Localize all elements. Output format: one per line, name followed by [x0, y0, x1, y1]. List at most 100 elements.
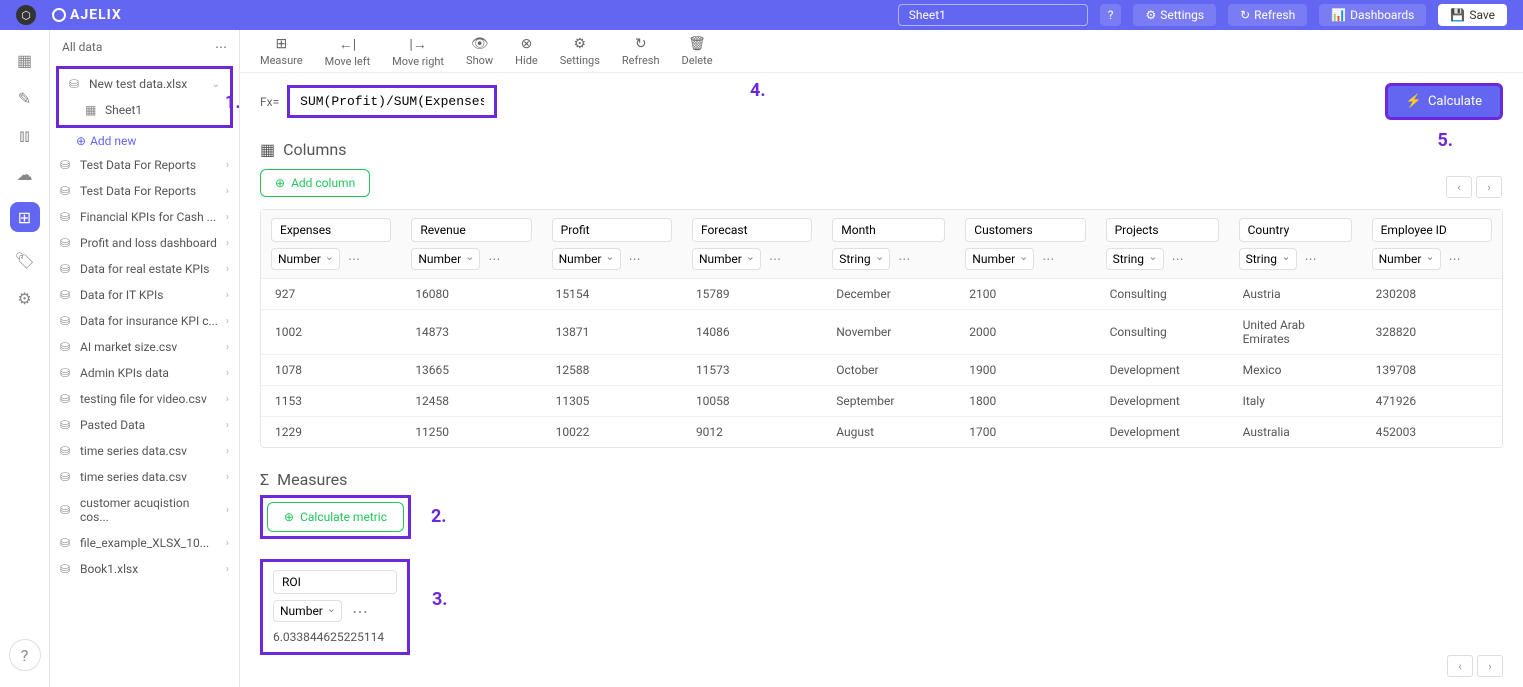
save-button[interactable]: 💾Save [1438, 4, 1507, 26]
add-new-link[interactable]: ⊕ Add new [50, 130, 239, 152]
column-name-input[interactable] [1372, 218, 1492, 242]
sidebar-file-item[interactable]: ⛁time series data.csv› [50, 464, 239, 490]
help-button[interactable]: ? [1100, 4, 1122, 26]
column-name-input[interactable] [411, 218, 531, 242]
column-name-input[interactable] [1239, 218, 1352, 242]
settings-button[interactable]: ⚙Settings [1133, 4, 1216, 26]
column-name-input[interactable] [271, 218, 391, 242]
column-more-icon[interactable]: ⋯ [484, 252, 504, 266]
column-type-select[interactable]: Number [965, 248, 1034, 270]
page-next-button[interactable]: › [1476, 176, 1502, 198]
column-type-select[interactable]: Number [1372, 248, 1441, 270]
cloud-icon[interactable]: ☁ [15, 164, 35, 184]
page-prev-button[interactable]: ‹ [1446, 176, 1472, 198]
delete-tool[interactable]: 🗑Delete [682, 36, 713, 68]
column-more-icon[interactable]: ⋯ [1168, 252, 1188, 266]
sheet-name-input[interactable] [898, 4, 1088, 26]
measure-next-button[interactable]: › [1477, 655, 1503, 677]
sidebar-file-item[interactable]: ⛁file_example_XLSX_10...› [50, 530, 239, 556]
settings-icon[interactable]: ⚙ [15, 288, 35, 308]
column-name-input[interactable] [692, 218, 812, 242]
table-cell: 13871 [542, 310, 682, 355]
plus-icon: ⊕ [275, 176, 285, 190]
table-cell: October [822, 355, 955, 386]
sidebar-file-item[interactable]: ⛁Test Data For Reports› [50, 178, 239, 204]
sidebar-file-item[interactable]: ⛁testing file for video.csv› [50, 386, 239, 412]
grid-icon[interactable]: ▦ [15, 50, 35, 70]
move-left-tool[interactable]: ←|Move left [325, 36, 371, 68]
column-more-icon[interactable]: ⋯ [1445, 252, 1465, 266]
column-type-select[interactable]: String [1239, 248, 1297, 270]
column-more-icon[interactable]: ⋯ [1038, 252, 1058, 266]
file-item-current[interactable]: ⛁ New test data.xlsx ⌄ [59, 71, 230, 97]
column-more-icon[interactable]: ⋯ [1301, 252, 1321, 266]
sidebar-file-item[interactable]: ⛁Admin KPIs data› [50, 360, 239, 386]
sidebar-file-item[interactable]: ⛁Data for insurance KPI c...› [50, 308, 239, 334]
sidebar-file-item[interactable]: ⛁Pasted Data› [50, 412, 239, 438]
formula-input[interactable] [287, 85, 497, 118]
sheet-label: Sheet1 [105, 103, 142, 117]
table-cell: Development [1096, 386, 1229, 417]
hide-tool[interactable]: ⊗Hide [515, 36, 538, 68]
measure-more-icon[interactable]: ⋯ [348, 602, 372, 621]
column-type-select[interactable]: Number [271, 248, 340, 270]
tag-icon[interactable]: 🏷 [15, 250, 35, 270]
eye-icon: 👁 [471, 36, 489, 52]
edit-icon[interactable]: ✎ [15, 88, 35, 108]
refresh-button[interactable]: ↻Refresh [1228, 4, 1307, 26]
measure-type-select[interactable]: Number [273, 600, 342, 622]
column-name-input[interactable] [832, 218, 945, 242]
column-more-icon[interactable]: ⋯ [765, 252, 785, 266]
table-cell: 2000 [955, 310, 1095, 355]
database-icon: ⛁ [60, 418, 74, 432]
database-icon: ⛁ [60, 536, 74, 550]
sidebar-file-item[interactable]: ⛁Test Data For Reports› [50, 152, 239, 178]
sidebar-file-item[interactable]: ⛁Data for real estate KPIs› [50, 256, 239, 282]
help-icon[interactable]: ? [9, 639, 41, 671]
column-more-icon[interactable]: ⋯ [625, 252, 645, 266]
chevron-right-icon: › [226, 264, 229, 275]
column-name-input[interactable] [552, 218, 672, 242]
table-cell: 12588 [542, 355, 682, 386]
show-tool[interactable]: 👁Show [466, 36, 493, 68]
calculate-metric-button[interactable]: ⊕Calculate metric [267, 502, 404, 532]
measures-section: Σ Measures ⊕Calculate metric 2. Number ⋯… [240, 448, 1523, 667]
sidebar-file-item[interactable]: ⛁Data for IT KPIs› [50, 282, 239, 308]
columns-icon: ▦ [260, 140, 275, 159]
column-name-input[interactable] [965, 218, 1085, 242]
table-row: 1002148731387114086November2000Consultin… [261, 310, 1502, 355]
column-more-icon[interactable]: ⋯ [344, 252, 364, 266]
column-type-select[interactable]: Number [411, 248, 480, 270]
nodes-icon[interactable]: ⊞ [10, 202, 40, 232]
table-cell: 139708 [1362, 355, 1502, 386]
sidebar-file-item[interactable]: ⛁Book1.xlsx› [50, 556, 239, 582]
measure-name-input[interactable] [273, 570, 397, 594]
chevron-right-icon: › [226, 186, 229, 197]
column-type-select[interactable]: String [832, 248, 890, 270]
measure-prev-button[interactable]: ‹ [1447, 655, 1473, 677]
measure-tool[interactable]: ⊞Measure [260, 36, 303, 68]
sidebar-file-item[interactable]: ⛁Financial KPIs for Cash ...› [50, 204, 239, 230]
sidebar-file-item[interactable]: ⛁Profit and loss dashboard› [50, 230, 239, 256]
sidebar-more-icon[interactable]: ⋯ [215, 40, 227, 54]
refresh-tool[interactable]: ↻Refresh [622, 36, 660, 68]
settings-tool[interactable]: ⚙Settings [560, 36, 600, 68]
table-row: 1153124581130510058September1800Developm… [261, 386, 1502, 417]
move-right-tool[interactable]: |→Move right [392, 36, 444, 68]
column-type-select[interactable]: Number [552, 248, 621, 270]
sidebar-file-item[interactable]: ⛁customer acuqistion cos...› [50, 490, 239, 530]
sheet-item[interactable]: ▦ Sheet1 [59, 97, 230, 123]
column-type-select[interactable]: Number [692, 248, 761, 270]
dashboards-button[interactable]: 📊Dashboards [1319, 4, 1426, 26]
sidebar-file-item[interactable]: ⛁time series data.csv› [50, 438, 239, 464]
sidebar-file-item[interactable]: ⛁AI market size.csv› [50, 334, 239, 360]
bars-icon[interactable]: ⫾⫾ [15, 126, 35, 146]
table-cell: 1153 [261, 386, 401, 417]
column-type-select[interactable]: String [1106, 248, 1164, 270]
chevron-right-icon: › [226, 420, 229, 431]
logo-icon [52, 8, 66, 22]
add-column-button[interactable]: ⊕Add column [260, 169, 370, 197]
calculate-button[interactable]: ⚡Calculate [1385, 83, 1503, 120]
column-more-icon[interactable]: ⋯ [894, 252, 914, 266]
column-name-input[interactable] [1106, 218, 1219, 242]
